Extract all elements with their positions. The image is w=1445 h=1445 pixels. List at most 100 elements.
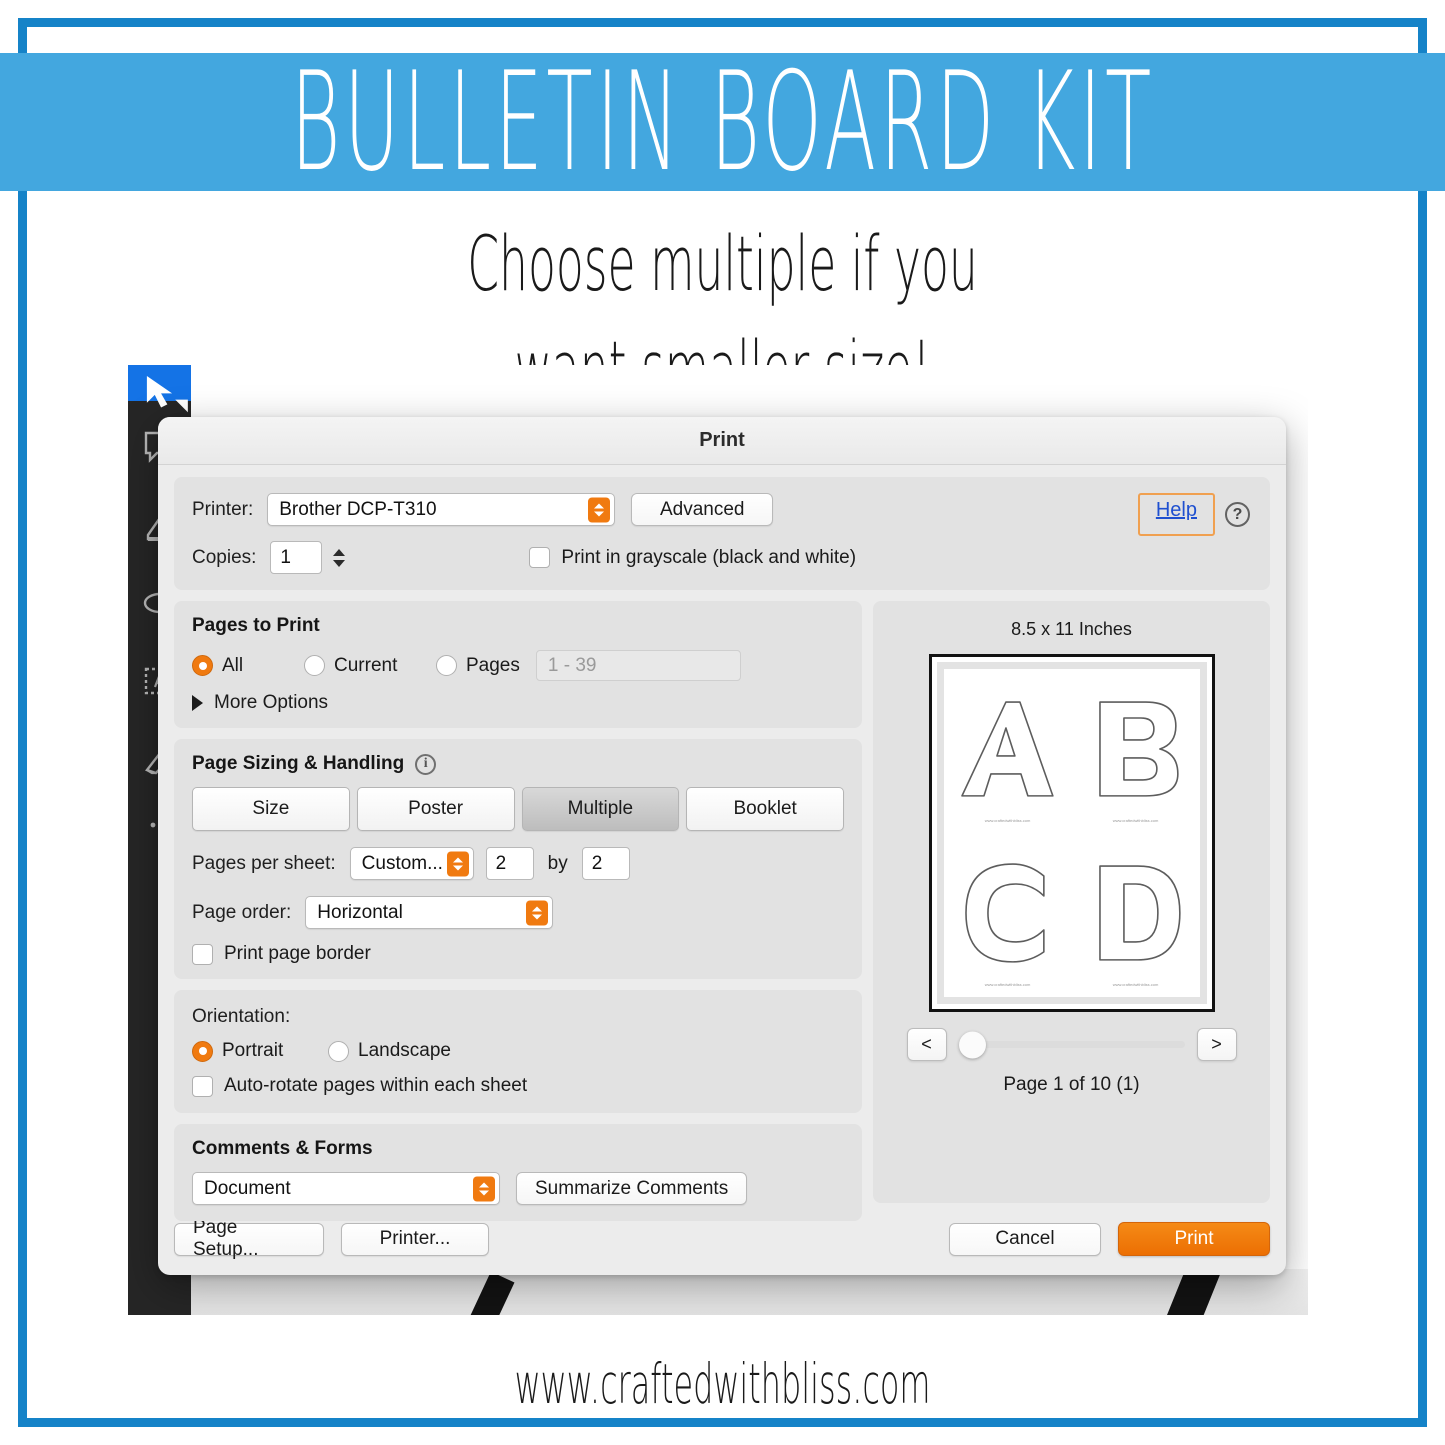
page-slider[interactable] [958,1031,1185,1058]
grayscale-label: Print in grayscale (black and white) [561,546,857,568]
radio-landscape-indicator [328,1040,349,1062]
dialog-right-column: 8.5 x 11 Inches www.craftedwithbliss.com [873,601,1270,1203]
summarize-comments-button[interactable]: Summarize Comments [516,1172,748,1205]
preview-letter-caption: www.craftedwithbliss.com [1112,818,1159,823]
print-page-border-row[interactable]: Print page border [192,943,844,965]
advanced-button[interactable]: Advanced [631,493,774,526]
printer-button[interactable]: Printer... [341,1222,489,1256]
pages-per-sheet-label: Pages per sheet: [192,852,336,874]
sidebar-tool-select-active[interactable] [128,365,191,413]
preview-sheet-grid: www.craftedwithbliss.com www.craftedwith… [936,662,1207,1004]
radio-pages-label: Pages [466,654,520,676]
auto-rotate-checkbox[interactable] [192,1075,213,1097]
preview-nav-row: < > [906,1028,1237,1061]
radio-current-label: Current [334,654,398,676]
letter-c-outline-icon [964,863,1045,963]
question-mark-icon[interactable]: ? [1225,502,1250,527]
page-slider-thumb[interactable] [958,1031,986,1058]
chevron-updown-icon [526,900,549,925]
pages-per-sheet-value: Custom... [361,852,443,874]
segment-booklet[interactable]: Booklet [686,787,844,831]
footer-url: www.craftedwithbliss.com [0,1352,1445,1416]
more-options-toggle[interactable]: More Options [192,692,844,714]
copies-stepper[interactable] [329,541,349,574]
chevron-updown-icon [446,851,469,876]
letter-d-outline-icon [1098,865,1181,961]
radio-all[interactable]: All [192,655,304,677]
radio-portrait-label: Portrait [222,1040,284,1061]
radio-pages[interactable]: Pages [436,655,520,677]
app-screenshot: Print Printer: Brother DCP-T310 Advanced [128,365,1308,1315]
comments-forms-value: Document [204,1177,291,1199]
radio-pages-indicator [436,655,457,676]
dialog-main-split: Pages to Print All Current Pages 1 - 39 … [174,601,1270,1221]
pages-range-input[interactable]: 1 - 39 [535,650,741,681]
by-label: by [547,852,568,874]
comments-forms-select[interactable]: Document [192,1172,500,1205]
radio-all-label: All [222,654,244,676]
page-order-value: Horizontal [317,901,403,923]
preview-letter-cell: www.craftedwithbliss.com [944,833,1072,997]
preview-letter-cell: www.craftedwithbliss.com [1072,669,1200,833]
chevron-updown-icon [588,497,611,522]
print-button[interactable]: Print [1118,1222,1270,1256]
page-order-label: Page order: [192,901,292,923]
auto-rotate-row[interactable]: Auto-rotate pages within each sheet [192,1075,844,1097]
previous-page-button[interactable]: < [906,1028,947,1061]
chevron-updown-icon [473,1176,495,1201]
app-bottom-strip [128,1269,1308,1315]
copies-input[interactable]: 1 [270,541,323,574]
segment-size[interactable]: Size [192,787,350,831]
triangle-right-icon [192,695,203,711]
pages-per-sheet-select[interactable]: Custom... [349,847,474,880]
help-link[interactable]: Help [1156,499,1197,521]
page-order-select[interactable]: Horizontal [305,896,554,929]
next-page-button[interactable]: > [1196,1028,1237,1061]
frame-border-top [18,18,1427,27]
preview-letter-caption: www.craftedwithbliss.com [1112,982,1159,987]
page-setup-button[interactable]: Page Setup... [174,1217,324,1260]
radio-landscape[interactable]: Landscape [328,1040,451,1062]
segment-poster[interactable]: Poster [356,787,515,831]
print-page-border-label: Print page border [224,943,371,964]
pages-per-sheet-row: Pages per sheet: Custom... 2 by 2 [192,847,844,880]
grayscale-checkbox[interactable] [529,547,551,568]
segment-multiple[interactable]: Multiple [521,787,680,831]
print-preview-panel: 8.5 x 11 Inches www.craftedwithbliss.com [873,601,1270,1203]
preview-paper: www.craftedwithbliss.com www.craftedwith… [928,654,1215,1012]
dialog-titlebar: Print [158,417,1286,465]
banner: BULLETIN BOARD KIT [0,53,1445,191]
paper-size-label: 8.5 x 11 Inches [1011,619,1132,639]
preview-letter-caption: www.craftedwithbliss.com [984,982,1031,987]
help-focus-ring: Help [1137,493,1215,536]
comments-forms-title: Comments & Forms [192,1138,373,1159]
orientation-panel: Orientation: Portrait Landscape Auto-rot… [174,990,862,1113]
printer-select[interactable]: Brother DCP-T310 [267,493,616,526]
radio-current[interactable]: Current [304,655,436,677]
frame-border-bottom [18,1418,1427,1427]
page-sizing-panel: Page Sizing & Handling i Size Poster Mul… [174,739,862,979]
letter-b-outline-icon [1098,701,1179,797]
radio-landscape-label: Landscape [358,1040,451,1061]
cancel-button[interactable]: Cancel [949,1222,1101,1256]
auto-rotate-label: Auto-rotate pages within each sheet [224,1075,528,1096]
help-area: Help ? [1137,493,1250,536]
info-icon[interactable]: i [415,753,437,775]
page-order-row: Page order: Horizontal [192,896,844,929]
more-options-label: More Options [214,692,329,713]
grid-rows-input[interactable]: 2 [581,847,630,880]
printer-panel: Printer: Brother DCP-T310 Advanced Copie… [174,477,1270,590]
page-sizing-title: Page Sizing & Handling [192,753,405,774]
letter-a-outline-icon [960,701,1054,797]
subtitle-line-1: Choose multiple if you [467,219,978,308]
dialog-body: Printer: Brother DCP-T310 Advanced Copie… [158,465,1286,1221]
pages-to-print-title: Pages to Print [192,615,320,636]
dialog-footer-right: Cancel Print [949,1222,1270,1256]
printer-label: Printer: [192,498,254,520]
radio-portrait[interactable]: Portrait [192,1040,328,1062]
radio-current-indicator [304,655,325,676]
grid-cols-input[interactable]: 2 [485,847,534,880]
print-page-border-checkbox[interactable] [192,943,213,965]
grayscale-checkbox-row[interactable]: Print in grayscale (black and white) [529,547,856,569]
copies-label: Copies: [192,546,257,568]
